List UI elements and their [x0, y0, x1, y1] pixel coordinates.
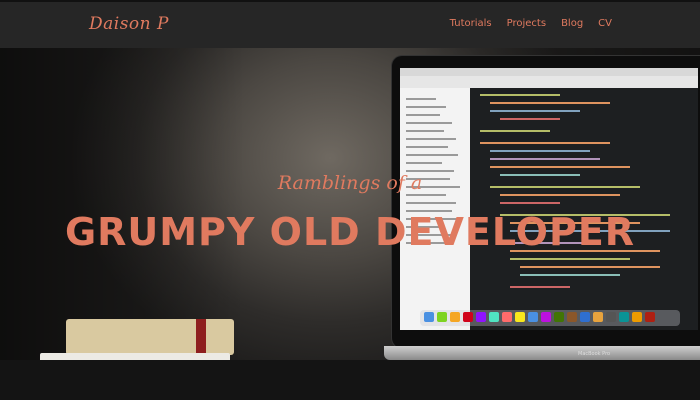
screen-dock — [420, 310, 680, 326]
main-nav: Tutorials Projects Blog CV — [450, 18, 612, 29]
nav-cv[interactable]: CV — [598, 18, 612, 29]
laptop-screen — [400, 68, 698, 330]
screen-code-editor — [470, 88, 698, 308]
nav-projects[interactable]: Projects — [507, 18, 546, 29]
laptop-image — [392, 56, 700, 348]
navbar: Daison P Tutorials Projects Blog CV — [0, 0, 700, 48]
screen-file-tree — [400, 88, 470, 330]
laptop-brand-label: MacBook Pro — [578, 351, 611, 357]
nav-blog[interactable]: Blog — [561, 18, 583, 29]
screen-menubar — [400, 68, 698, 76]
hero-title: GRUMPY OLD DEVELOPER — [64, 210, 636, 254]
laptop-base — [384, 346, 700, 360]
brand-logo[interactable]: Daison P — [89, 14, 169, 34]
hero-subtitle: Ramblings of a — [277, 172, 423, 194]
desk-surface — [0, 360, 700, 400]
nav-tutorials[interactable]: Tutorials — [450, 18, 492, 29]
